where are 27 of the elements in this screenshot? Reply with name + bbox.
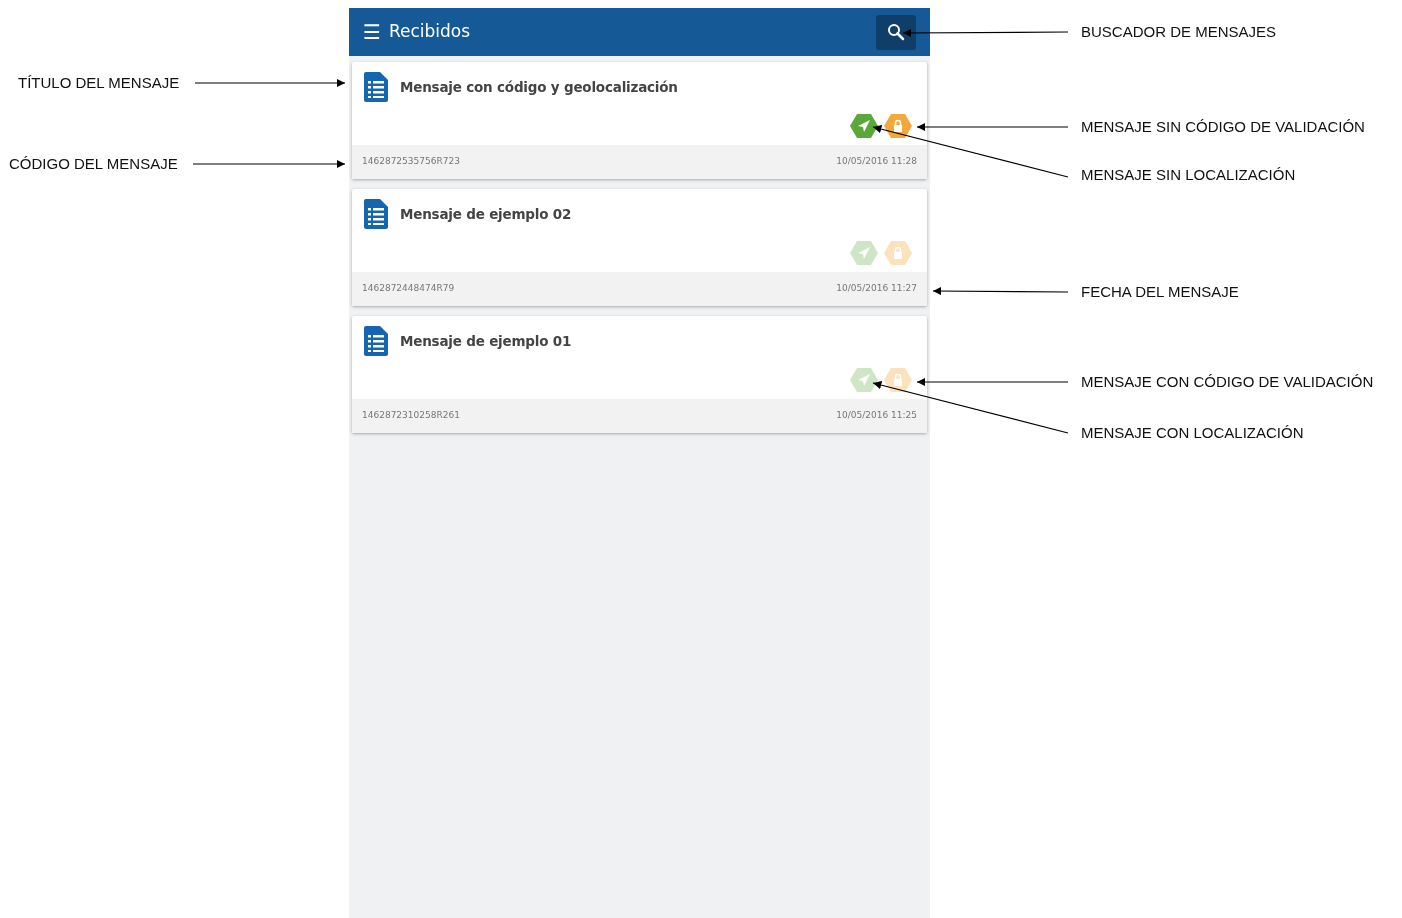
message-title: Mensaje con código y geolocalización: [400, 77, 678, 97]
screen-title: Recibidos: [388, 20, 472, 44]
callout-label: MENSAJE CON LOCALIZACIÓN: [1081, 425, 1304, 440]
message-title: Mensaje de ejemplo 01: [400, 331, 572, 351]
message-code: 1462872310258R261: [362, 409, 460, 423]
message-date: 10/05/2016 11:28: [836, 155, 917, 169]
callout-label: BUSCADOR DE MENSAJES: [1081, 24, 1277, 39]
message-card[interactable]: Mensaje de ejemplo 02 1462872448474R79 10/05/2016 11:27: [352, 189, 927, 306]
menu-icon[interactable]: ☰: [363, 22, 381, 42]
callout-label: MENSAJE SIN LOCALIZACIÓN: [1081, 167, 1296, 182]
callout-label: FECHA DEL MENSAJE: [1081, 284, 1239, 299]
callout-label: TÍTULO DEL MENSAJE: [18, 75, 180, 90]
message-card[interactable]: Mensaje de ejemplo 01 1462872310258R261 10/05/2016 11:25: [352, 316, 927, 433]
message-date: 10/05/2016 11:27: [836, 282, 917, 296]
callout-label: MENSAJE SIN CÓDIGO DE VALIDACIÓN: [1081, 119, 1365, 134]
message-card[interactable]: Mensaje con código y geolocalización 1462872535756R723 10/05/2016 11:28: [352, 62, 927, 179]
search-button[interactable]: [876, 14, 916, 50]
message-title: Mensaje de ejemplo 02: [400, 204, 572, 224]
document-icon: [364, 326, 388, 356]
callout-label: MENSAJE CON CÓDIGO DE VALIDACIÓN: [1081, 374, 1374, 389]
message-code: 1462872535756R723: [362, 155, 460, 169]
message-date: 10/05/2016 11:25: [836, 409, 917, 423]
search-icon: [887, 23, 905, 41]
document-icon: [364, 199, 388, 229]
message-code: 1462872448474R79: [362, 282, 455, 296]
callout-label: CÓDIGO DEL MENSAJE: [9, 156, 178, 171]
document-icon: [364, 72, 388, 102]
